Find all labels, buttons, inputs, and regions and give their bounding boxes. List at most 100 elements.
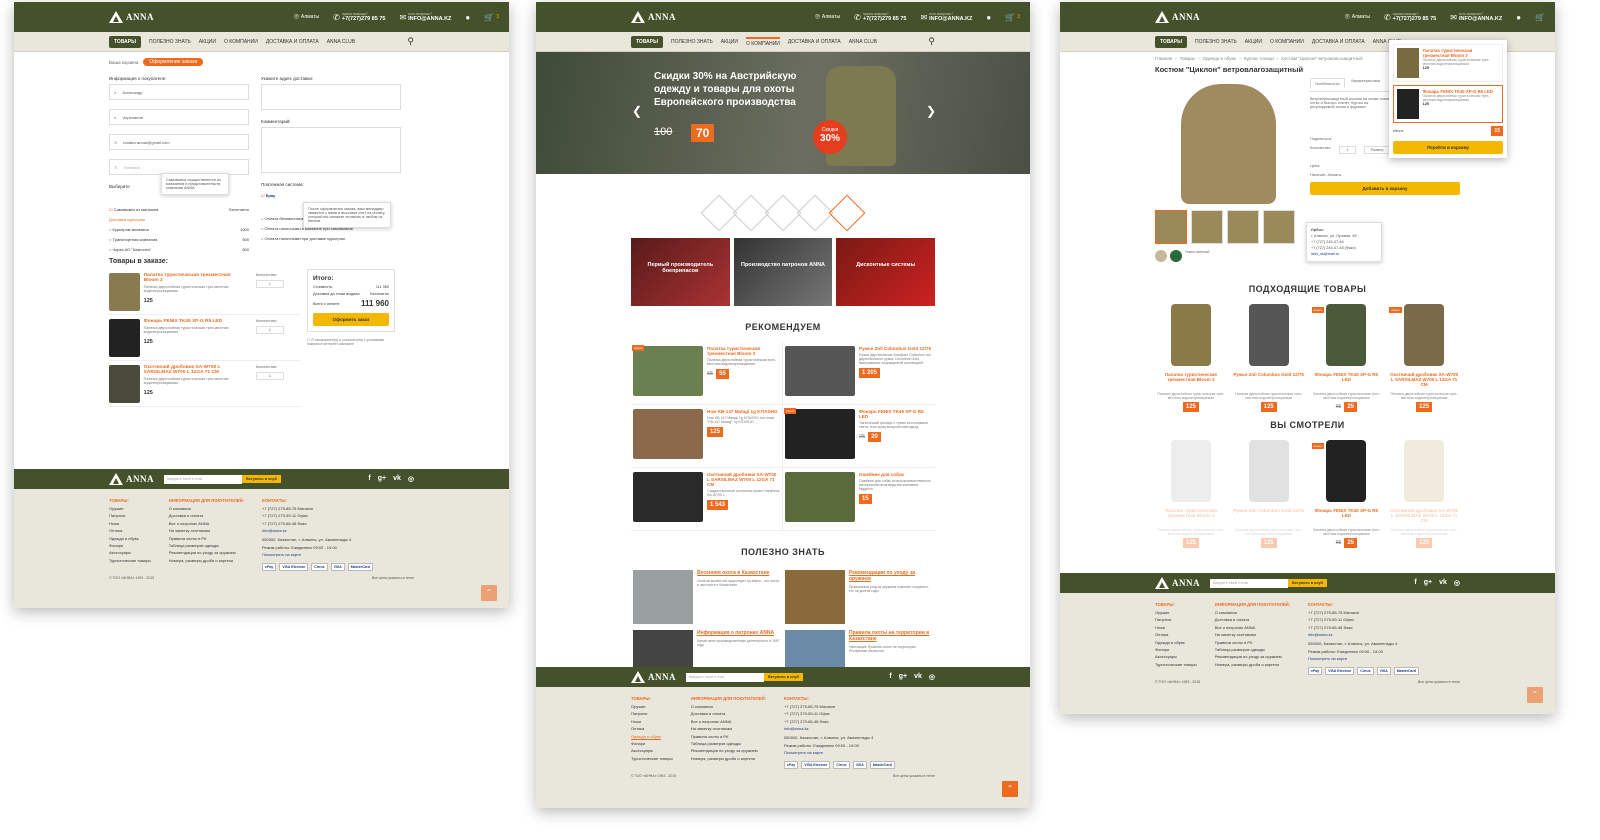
payment-epay[interactable]: ☑ Epay [261,193,401,198]
instagram-icon[interactable]: ◎ [929,673,935,681]
cart-icon[interactable]: 🛒 3 [484,13,499,22]
nav-about[interactable]: О компании [745,36,780,47]
product-card[interactable]: Акция Палатка туристическая трехместная B… [631,342,783,405]
thumbnail[interactable] [1155,210,1187,244]
scroll-up-button[interactable]: ⌃ [1527,687,1543,703]
email-block[interactable]: ✉ есть вопросы? INFO@ANNA.KZ [920,12,972,22]
product-card[interactable]: Палатка туристическая трехместная Bloom … [1155,304,1227,420]
nav-sales[interactable]: Акции [1245,39,1262,45]
nav-useful[interactable]: Полезно знать [1195,39,1237,45]
tile-discount[interactable]: Дисконтные системы [836,238,936,306]
nav-about[interactable]: О компании [224,39,258,45]
vk-icon[interactable]: vk [1439,579,1447,587]
footer-logo[interactable]: ANNA [631,671,676,683]
tile-production[interactable]: Производство патронов ANNA [733,238,833,306]
tab-features[interactable]: Особенности [1310,78,1345,88]
boots-category-icon[interactable] [828,194,866,232]
search-icon[interactable]: ⚲ [407,36,414,47]
subscribe-email-input[interactable]: Введите свой e-mail [164,474,242,484]
facebook-icon[interactable]: f [889,673,891,681]
email-field[interactable]: ✉ bolatov.anuar@gmail.com [109,134,249,150]
thumbnail[interactable] [1227,210,1259,244]
comment-field[interactable] [261,127,401,173]
tile-ammo[interactable]: Первый производитель боеприпасов [631,238,730,306]
thumbnail[interactable] [1191,210,1223,244]
nav-useful[interactable]: Полезно знать [149,39,191,45]
name-field[interactable]: ● Александр [109,84,249,100]
nav-goods[interactable]: Товары [631,35,664,48]
nav-sales[interactable]: Акции [199,39,216,45]
nav-sales[interactable]: Акции [721,39,738,45]
tab-specs[interactable]: Характеристики [1351,78,1381,88]
color-swatch[interactable] [1155,250,1167,262]
courier-option-2[interactable]: ○ Транспортная компания 500 [109,237,249,242]
search-icon[interactable]: ⚲ [928,36,935,47]
facebook-icon[interactable]: f [368,475,370,483]
product-card[interactable]: Охотничий дробовик SA-W700 L SARSILMAZ W… [631,468,783,531]
nav-goods[interactable]: Товары [1155,35,1188,48]
logo[interactable]: ANNA [631,11,676,23]
courier-toggle[interactable]: Доставка курьером [109,217,249,222]
cart-icon[interactable]: 🛒 [1535,13,1545,22]
promo-banner[interactable]: ❮ Скидки 30% на Австрийскую одежду и тов… [536,52,1030,174]
surname-field[interactable]: ● Черепанов [109,109,249,125]
banner-next-icon[interactable]: ❯ [926,104,936,118]
size-select[interactable]: Размер [1363,146,1391,154]
submit-order-button[interactable]: Оформить заказ [313,313,389,326]
add-to-cart-button[interactable]: Добавить в корзину [1310,182,1460,195]
product-card[interactable]: Охотничий дробовик SA-W700 L SARSILMAZ W… [1388,440,1460,556]
product-card[interactable]: Палатка туристическая трехместная Bloom … [1155,440,1227,556]
city-select[interactable]: ⌾ Алматы [1345,12,1370,22]
instagram-icon[interactable]: ◎ [408,475,414,483]
product-card[interactable]: Ружье Zoli Columbus Gold 12/75 Ружье двус… [783,342,935,405]
product-card[interactable]: Акция Фонарь FENIX TK45 XP-G R5 LED Палатк… [1311,304,1383,420]
vk-icon[interactable]: vk [393,475,401,483]
product-card[interactable]: Акция Охотничий дробовик SA-W700 L SARSIL… [1388,304,1460,420]
vk-icon[interactable]: vk [914,673,922,681]
payment-option-3[interactable]: ○ Оплата наличными при доставке курьером [261,236,401,241]
city-select[interactable]: ⌾ Алматы [294,12,319,22]
nav-about[interactable]: О компании [1270,39,1304,45]
nav-delivery[interactable]: Доставка и оплата [788,39,841,45]
color-swatch[interactable] [1170,250,1182,262]
email-block[interactable]: ✉ есть вопросы? INFO@ANNA.KZ [1450,12,1502,22]
breadcrumb-cart[interactable]: Ваша корзина [109,60,138,65]
nav-club[interactable]: ANNA Club [327,39,355,45]
qty-select[interactable]: 1 [1339,146,1356,154]
instagram-icon[interactable]: ◎ [1454,579,1460,587]
subscribe-email-input[interactable]: Введите свой e-mail [686,672,764,682]
phone-block[interactable]: ✆ нужна помощь? +7(727)279 85 75 [1384,12,1436,22]
agree-checkbox[interactable]: ☐ Я ознакомлен(а) и согласен(на) с услов… [307,338,395,346]
courier-option-1[interactable]: ○ Курьером магазина 1000 [109,227,249,232]
nav-club[interactable]: ANNA Club [849,39,877,45]
cart-popup-item[interactable]: Палатка туристическая трехместная Bloom … [1393,44,1503,82]
subscribe-email-input[interactable]: Введите свой e-mail [1210,578,1288,588]
product-card[interactable]: Ружье Zoli Columbus Gold 12/75 Палатка дв… [1233,440,1305,556]
cart-icon[interactable]: 🛒 3 [1005,13,1020,22]
footer-logo[interactable]: ANNA [1155,577,1200,589]
nav-delivery[interactable]: Доставка и оплата [1312,39,1365,45]
google-plus-icon[interactable]: g+ [1424,579,1432,587]
scroll-up-button[interactable]: ⌃ [1002,781,1018,797]
qty-input[interactable]: 1 [255,280,284,288]
phone-block[interactable]: ✆ нужна помощь? +7(727)279 85 75 [854,12,906,22]
google-plus-icon[interactable]: g+ [899,673,907,681]
user-icon[interactable]: ● [986,13,991,22]
google-plus-icon[interactable]: g+ [378,475,386,483]
footer-logo[interactable]: ANNA [109,473,154,485]
product-card[interactable]: Ружье Zoli Columbus Gold 12/75 Палатка дв… [1233,304,1305,420]
qty-input[interactable]: 1 [255,372,284,380]
go-to-cart-button[interactable]: Перейти в корзину [1393,141,1503,154]
nav-useful[interactable]: Полезно знать [671,39,713,45]
product-card[interactable]: Акция Фонарь FENIX TK45 XP-G R5 LED Палатк… [1311,440,1383,556]
product-card[interactable]: Нож KB-147 Matagi 1g KITASHO Нож KB-147 M… [631,405,783,468]
join-club-button[interactable]: Вступить в клуб [764,673,803,681]
courier-option-3[interactable]: ○ Через АО "Казпочта" 500 [109,247,249,252]
pickup-option[interactable]: ☑ Самовывоз из магазина Бесплатно [109,207,249,212]
article-card[interactable]: Весенняя охота в Казахстане Особым момент… [631,567,783,627]
scroll-up-button[interactable]: ⌃ [481,585,497,601]
product-card[interactable]: Акция Фонарь FENIX TK45 XP-G R5 LED Тактич… [783,405,935,468]
article-card[interactable]: Рекомендации по уходу за оружием Правильн… [783,567,935,627]
cart-popup-item[interactable]: Фонарь FENIX TK45 XP-G R5 LED Палатка дву… [1393,85,1503,123]
logo[interactable]: ANNA [109,11,154,23]
